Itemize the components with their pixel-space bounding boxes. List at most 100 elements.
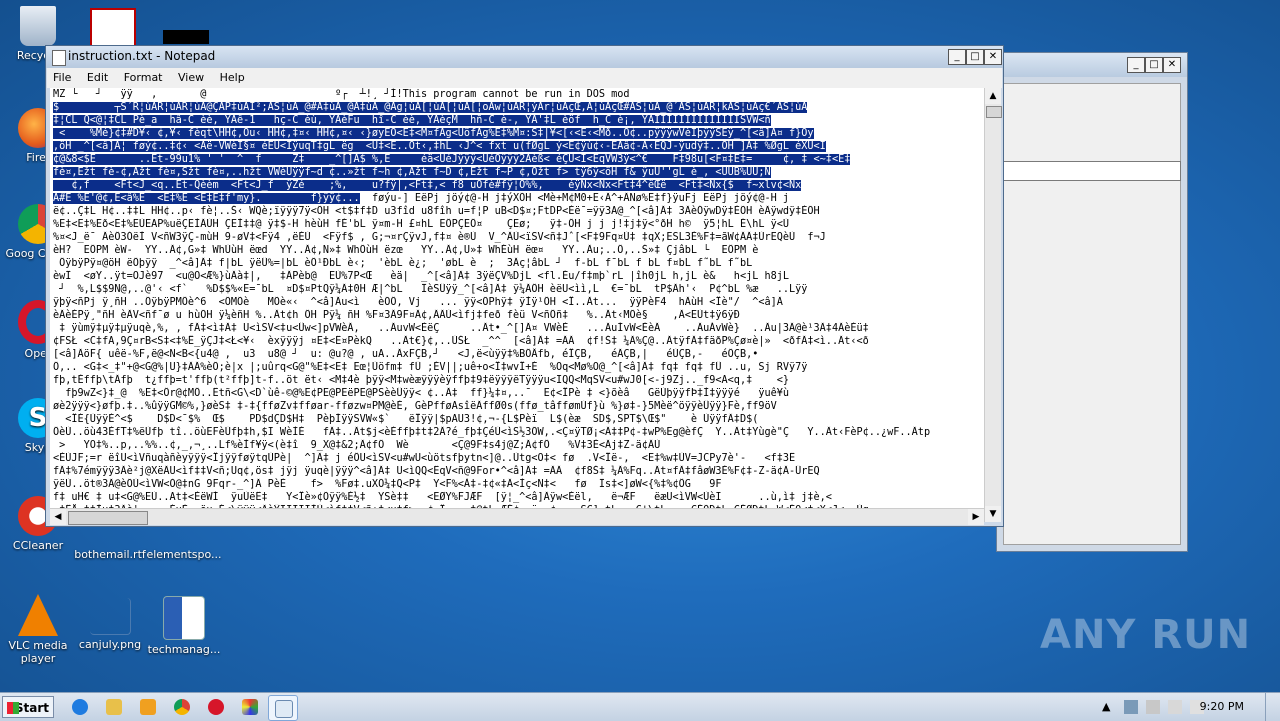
bg-maximize-button[interactable]: □ [1145,57,1163,73]
line-text: føýu-] EëPj jöý¢@-H j‡ýXÕH <Mè+M¢M0+E‹Ä^… [359,193,790,204]
selected-text: ,öH _^[<â]Ä¦ føý¢..‡¢‹ <Äë-VWèÌ§¤ éEU<Ìÿ… [53,141,826,152]
taskbar-opera[interactable] [202,695,230,719]
text-line: fþ9wZ<}‡_@ %E‡<Ör@¢MÖ..Ëtñ<G\<D`ùê-©@%E¢… [50,387,984,400]
menu-bar: File Edit Format View Help [47,68,1002,88]
line-text: Ö,.. <G‡<_‡"+@<G@%|U}‡ÄÄ%èÕ;è|x |;uûrq<G… [53,362,808,373]
volume-icon[interactable] [1168,700,1182,714]
vlc-icon [18,594,58,636]
line-text: º┌ ┴!¸ ┘Í!This program cannot be run in … [279,89,630,100]
text-line: Ä#E %E'@¢‚É<â%E <E‡%E <E‡E‡f'my}. f}ÿÿ¢.… [50,192,984,205]
line-text: èH? EÖPM èW- YY..Ä¢‚G»‡ WhÙùH ëœd YY..Ä¢… [53,245,759,256]
word-file-icon [163,596,205,640]
png-file-icon [89,598,131,635]
notepad-titlebar[interactable]: instruction.txt - Notepad _ □ ✕ [46,46,1003,68]
folder-icon [106,699,122,715]
scroll-right-arrow-icon[interactable]: ▶ [968,509,984,525]
text-editor-area[interactable]: MZ └ ┘ ÿÿ , @ º┌ ┴!¸ ┘Í!This program can… [50,88,984,508]
bg-close-button[interactable]: ✕ [1163,57,1181,73]
taskbar-chrome[interactable] [168,695,196,719]
vertical-scrollbar[interactable]: ▲ ▼ [984,88,1002,522]
scroll-left-arrow-icon[interactable]: ◀ [50,509,66,525]
line-text: ┘ %,L$$9N@‚..@'‹ <f` %D$$%«E=¯bL ¤D$¤PtQ… [53,284,808,295]
menu-file[interactable]: File [47,68,77,87]
text-line: <ÎÉ{ÙÿÿÈ^<$ D$D<¯$% Œ$ PD$dÇD$H‡ PèþÍÿÿS… [50,413,984,426]
menu-help[interactable]: Help [214,68,251,87]
clock[interactable]: 9:20 PM [1200,700,1244,713]
background-window[interactable]: _ □ ✕ [996,52,1188,552]
background-window-combo[interactable] [1003,161,1181,181]
menu-format[interactable]: Format [118,68,169,87]
recycle-bin-icon [20,6,56,46]
internet-explorer-icon [72,699,88,715]
menu-edit[interactable]: Edit [81,68,114,87]
desktop-icon-techmanag[interactable]: techmanag... [146,596,222,656]
line-text: fþ9wZ<}‡_@ %E‡<Ör@¢MÖ..Ëtñ<G\<D`ùê-©@%E¢… [53,388,790,399]
line-text: ¢FSŁ <C‡fA,9Ç¤rB<S‡<‡%Ê_ÿÇJ‡<Ł<¥‹ èxÿÿÿj… [53,336,869,347]
selected-text: ‡¦CL Q<@¦‡CL Pè_a hâ-C èè, YÄê-1 hç-C èù… [53,115,771,126]
horizontal-scroll-thumb[interactable] [68,511,148,525]
vertical-scroll-thumb[interactable] [986,106,1002,118]
desktop-icon-elementspo[interactable]: elementspo... [146,548,222,561]
line-text: ‡ ÿùmÿ‡µÿ‡µÿuqè‚%‚ ‚ fÄ‡<ì‡Ä‡ U<ìSV<‡u<Û… [53,323,869,334]
scroll-down-arrow-icon[interactable]: ▼ [985,506,1001,522]
selected-text: Ä#E %E'@¢‚É<â%E <E‡%E <E‡E‡f'my}. f}ÿÿ¢.… [53,193,360,204]
line-text: ÿëÙ..öt®3Ä@èÕÙ<ìVW<Ò@‡nG 9Fqr-_^]Ä PèÈ f… [53,479,722,490]
line-text: fÄ‡%7émÿÿÿ3Äè²j@XëÄU<ìf‡‡V<ñ;Uq¢‚ös‡ jÿj… [53,466,820,477]
show-hidden-icons-icon[interactable]: ▲ [1102,700,1116,714]
line-text: ë¢..Ç‡L H¢..‡‡L HH¢..p‹ fè¦..Š‹ WQè;ïÿÿÿ… [53,206,820,217]
selected-text: < %Mé}¢‡#D¥‹ ¢‚¥‹ fèqt\HH¢‚Öu‹ HH¢‚‡¤‹ H… [53,128,814,139]
desktop-icon-canjuly[interactable]: canjuly.png [72,598,148,651]
line-text: %¤<J_ë¯ ÄèÖ3ÓëÌ V<ñW3ÿÇ-mùH 9-øV‡<Fÿ4 ‚ë… [53,232,826,243]
line-text: ÿþÿ<ñPj ÿ¸ñH ..ÕÿbÿPMÖè^6 <ÕMÕè MÕè«‹ ^<… [53,297,783,308]
notepad-icon [275,700,293,718]
text-line: ,öH _^[<â]Ä¦ føý¢..‡¢‹ <Äë-VWèÌ§¤ éEU<Ìÿ… [50,140,984,153]
menu-view[interactable]: View [172,68,210,87]
taskbar-explorer[interactable] [100,695,128,719]
text-line: %¤<J_ë¯ ÄèÖ3ÓëÌ V<ñW3ÿÇ-mùH 9-øV‡<Fÿ4 ‚ë… [50,231,984,244]
desktop-icon-bothemail[interactable]: bothemail.rtf [72,548,148,561]
minimize-button[interactable]: _ [948,49,966,65]
taskbar: Start ▲ 9:20 PM [0,692,1280,721]
scroll-up-arrow-icon[interactable]: ▲ [985,88,1001,104]
taskbar-ie[interactable] [66,695,94,719]
line-text: ÖèÙ..öù43ÈfT‡%ëÙfþ tî..öùEFèÙfþ‡h,$I WèÌ… [53,427,931,438]
selected-text: ¢@&8<$È ..Et-99u1% ' ' ^ f Z‡ _^[]Ä$ %,È… [53,154,851,165]
taskbar-media-player[interactable] [134,695,162,719]
taskbar-notepad[interactable] [268,695,298,721]
network-icon[interactable] [1146,700,1160,714]
line-text: MZ └ ┘ ÿÿ , @ [53,89,280,100]
taskbar-app[interactable] [236,695,264,719]
colorful-app-icon [242,699,258,715]
notepad-window[interactable]: instruction.txt - Notepad _ □ ✕ File Edi… [45,45,1004,527]
bg-minimize-button[interactable]: _ [1127,57,1145,73]
line-text: f‡ uH€ ‡ u‡<G@%EÙ..At‡<ÈëWÍ ÿuÙëË‡ Y<Îè»… [53,492,832,503]
start-button[interactable]: Start [2,696,54,718]
selected-text: $ ┬S´R¦ùÄR¦ùÄR¦ùÄ@ÇÄP‡ùÄÌ²;ÄS¦ùÄ_@#Ä‡ùÄ_… [53,102,808,113]
text-line: ÖÿbÿPÿ¤@öH ëÖþÿÿ _^<â]Ä‡ f|bL ÿëÜ%=|bL è… [50,257,984,270]
line-text: <ÎÉ{ÙÿÿÈ^<$ D$D<¯$% Œ$ PD$dÇD$H‡ PèþÍÿÿS… [53,414,759,425]
text-line: fþ,tÈffþ\tÄfþ t¿ffþ=t'ffþ(t²ffþ]t-f..öt … [50,374,984,387]
text-line: f‡ uH€ ‡ u‡<G@%EÙ..At‡<ÈëWÍ ÿuÙëË‡ Y<Îè»… [50,491,984,504]
line-text: øè2ÿÿÿ<}øfþ.‡..%ûÿÿGM©%‚}øèS‡ ‡-‡{fføZv‡… [53,401,777,412]
text-line: > YO‡%..p‚..%%..¢‚_‚¬¸..Lf%èÌf¥ÿ<(è‡î 9_… [50,439,984,452]
action-center-icon[interactable] [1124,700,1138,714]
horizontal-scrollbar[interactable]: ◀ ▶ [50,508,984,525]
media-player-icon [140,699,156,715]
line-text: fþ,tÈffþ\tÄfþ t¿ffþ=t'ffþ(t²ffþ]t-f..öt … [53,375,790,386]
background-window-content [1003,83,1181,545]
line-text: èwÏ <øY..ÿt=OJè97 <u@O<Æ%}ùÄà‡|‚ ‡ÄPèb@ … [53,271,790,282]
system-tray: ▲ 9:20 PM [1100,693,1280,721]
desktop-icon-vlc[interactable]: VLC media player [0,594,76,665]
windows-logo-icon [7,702,19,714]
text-line: èwÏ <øY..ÿt=OJè97 <u@O<Æ%}ùÄà‡|‚ ‡ÄPèb@ … [50,270,984,283]
line-text: ÖÿbÿPÿ¤@öH ëÖþÿÿ _^<â]Ä‡ f|bL ÿëÜ%=|bL è… [53,258,753,269]
close-button[interactable]: ✕ [984,49,1002,65]
text-line: ‡¦CL Q<@¦‡CL Pè_a hâ-C èè, YÄê-1 hç-C èù… [50,114,984,127]
maximize-button[interactable]: □ [966,49,984,65]
show-desktop-button[interactable] [1265,693,1280,721]
anyrun-watermark: ANY RUN [1040,612,1252,658]
text-line: ┘ %,L$$9N@‚..@'‹ <f` %D$$%«E=¯bL ¤D$¤PtQ… [50,283,984,296]
selected-text: fè¤‚Èžt fè-¢‚Äžt fè¤‚Šžt fè¤‚..hžt VWèUÿ… [53,167,771,178]
text-line: øè2ÿÿÿ<}øfþ.‡..%ûÿÿGM©%‚}øèS‡ ‡-‡{fføZv‡… [50,400,984,413]
black-file-icon[interactable] [163,30,209,44]
